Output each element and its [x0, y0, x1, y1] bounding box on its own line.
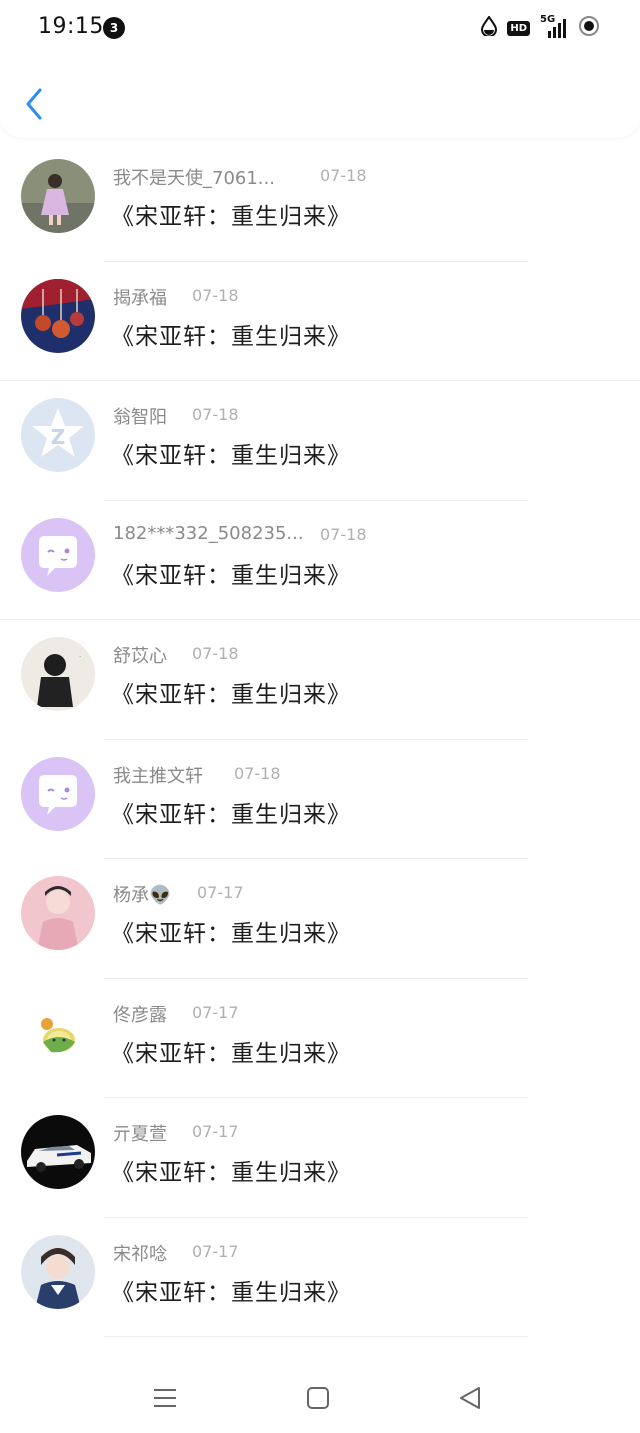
- message-text: 《宋亚轩：重生归来》: [111, 1279, 351, 1306]
- sender-name: 佟彦露: [113, 1004, 167, 1026]
- sender-name: 我不是天使_7061...: [113, 168, 275, 189]
- list-item[interactable]: 揭承福 07-18 《宋亚轩：重生归来》: [0, 262, 640, 381]
- message-date: 07-18: [192, 644, 239, 663]
- message-text: 《宋亚轩：重生归来》: [111, 1040, 351, 1067]
- avatar[interactable]: [21, 995, 95, 1070]
- list-item[interactable]: 佟彦露 07-17 《宋亚轩：重生归来》: [0, 979, 640, 1098]
- message-list: 我不是天使_7061... 07-18 《宋亚轩：重生归来》 揭承福 07-18…: [0, 142, 640, 1337]
- message-date: 07-18: [192, 405, 239, 424]
- message-date: 07-17: [192, 1122, 239, 1141]
- status-bar: 19:15 3 HD 5G: [0, 0, 640, 56]
- message-date: 07-18: [320, 166, 367, 185]
- status-icons: HD 5G: [481, 14, 600, 41]
- list-item[interactable]: · 舒苡心 07-18 《宋亚轩：重生归来》: [0, 620, 640, 740]
- avatar[interactable]: [21, 876, 95, 950]
- back-button[interactable]: [18, 84, 50, 124]
- message-date: 07-17: [197, 883, 244, 902]
- system-nav-bar: [0, 1360, 640, 1433]
- list-item[interactable]: 杨承👽 07-17 《宋亚轩：重生归来》: [0, 859, 640, 979]
- avatar[interactable]: [21, 756, 95, 831]
- message-date: 07-18: [192, 285, 239, 305]
- back-nav-button[interactable]: [451, 1378, 491, 1418]
- avatar[interactable]: [21, 1234, 95, 1309]
- list-item[interactable]: 我不是天使_7061... 07-18 《宋亚轩：重生归来》: [0, 142, 640, 262]
- message-text: 《宋亚轩：重生归来》: [111, 443, 351, 469]
- avatar[interactable]: [21, 517, 95, 592]
- list-item[interactable]: 我主推文轩 07-18 《宋亚轩：重生归来》: [0, 740, 640, 859]
- message-text: 《宋亚轩：重生归来》: [111, 921, 351, 947]
- sender-name: 182***332_508235...: [113, 522, 304, 544]
- top-header: 19:15 3 HD 5G: [0, 0, 640, 138]
- message-date: 07-18: [320, 524, 367, 544]
- sender-name: 宋祁唸: [113, 1243, 167, 1265]
- avatar[interactable]: [21, 278, 95, 353]
- avatar[interactable]: Z: [21, 398, 95, 472]
- list-item[interactable]: 宋祁唸 07-17 《宋亚轩：重生归来》: [0, 1218, 640, 1337]
- notification-count-badge: 3: [103, 17, 125, 39]
- square-icon: [307, 1387, 329, 1409]
- avatar[interactable]: ·: [21, 637, 95, 711]
- water-drop-icon: [481, 15, 498, 40]
- signal-5g-icon: 5G: [540, 14, 568, 39]
- status-time: 19:15: [38, 14, 104, 39]
- message-date: 07-17: [192, 1241, 239, 1261]
- avatar[interactable]: [21, 159, 95, 233]
- list-item[interactable]: Z 翁智阳 07-18 《宋亚轩：重生归来》: [0, 381, 640, 501]
- chevron-left-icon: [26, 88, 42, 120]
- message-date: 07-17: [192, 1002, 239, 1022]
- record-icon: [578, 15, 600, 41]
- svg-text:·: ·: [79, 653, 81, 661]
- list-item[interactable]: 亓夏萱 07-17 《宋亚轩：重生归来》: [0, 1098, 640, 1218]
- sender-name: 舒苡心: [113, 646, 167, 667]
- svg-text:Z: Z: [51, 425, 66, 449]
- sender-name: 杨承👽: [113, 885, 172, 906]
- sender-name: 揭承福: [113, 287, 167, 309]
- list-item[interactable]: 182***332_508235... 07-18 《宋亚轩：重生归来》: [0, 501, 640, 620]
- message-text: 《宋亚轩：重生归来》: [111, 204, 351, 230]
- message-text: 《宋亚轩：重生归来》: [111, 801, 351, 828]
- hd-icon: HD: [507, 20, 530, 36]
- message-text: 《宋亚轩：重生归来》: [111, 323, 351, 350]
- menu-button[interactable]: [145, 1378, 185, 1418]
- sender-name: 翁智阳: [113, 407, 167, 428]
- avatar[interactable]: [21, 1115, 95, 1189]
- divider: [104, 1336, 528, 1337]
- home-button[interactable]: [298, 1378, 338, 1418]
- message-date: 07-18: [234, 763, 281, 783]
- triangle-back-icon: [460, 1387, 480, 1409]
- sender-name: 我主推文轩: [113, 765, 203, 787]
- menu-icon: [154, 1389, 176, 1407]
- message-text: 《宋亚轩：重生归来》: [111, 682, 351, 708]
- message-text: 《宋亚轩：重生归来》: [111, 562, 351, 589]
- message-text: 《宋亚轩：重生归来》: [111, 1160, 351, 1186]
- sender-name: 亓夏萱: [113, 1124, 167, 1145]
